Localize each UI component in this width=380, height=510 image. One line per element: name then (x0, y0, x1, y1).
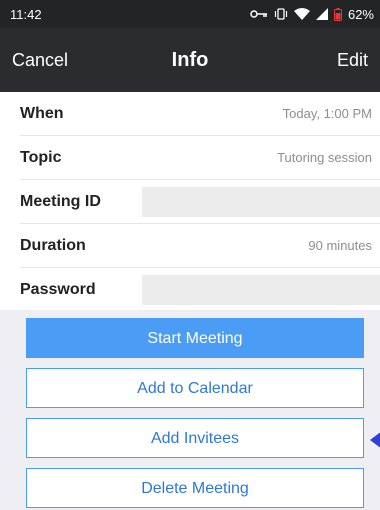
row-label: Topic (20, 148, 62, 166)
info-row-password: Password (20, 268, 380, 312)
edit-button[interactable]: Edit (337, 50, 368, 71)
add-invitees-button[interactable]: Add Invitees (26, 418, 364, 458)
info-row-meeting-id: Meeting ID (20, 180, 380, 224)
key-icon (250, 9, 268, 19)
row-value: Today, 1:00 PM (282, 106, 372, 121)
row-value: 90 minutes (308, 238, 372, 253)
row-label: Duration (20, 236, 86, 254)
info-row-topic: Topic Tutoring session (20, 136, 380, 180)
meeting-info-list: When Today, 1:00 PM Topic Tutoring sessi… (0, 92, 380, 312)
info-row-duration: Duration 90 minutes (20, 224, 380, 268)
redacted-value (142, 186, 380, 217)
status-bar: 11:42 62% (0, 0, 380, 28)
pointer-arrow-icon (370, 431, 380, 449)
row-label: Meeting ID (20, 192, 101, 210)
redacted-value (142, 275, 380, 305)
add-to-calendar-button[interactable]: Add to Calendar (26, 368, 364, 408)
info-row-when: When Today, 1:00 PM (20, 92, 380, 136)
battery-icon (333, 7, 342, 21)
action-panel: Start Meeting Add to Calendar Add Invite… (0, 310, 380, 510)
nav-bar: Cancel Info Edit (0, 28, 380, 92)
vibrate-icon (274, 8, 288, 20)
battery-level: 62% (347, 6, 374, 22)
cancel-button[interactable]: Cancel (12, 50, 68, 71)
status-time: 11:42 (10, 6, 42, 22)
row-value: Tutoring session (277, 150, 372, 165)
start-meeting-button[interactable]: Start Meeting (26, 318, 364, 358)
delete-meeting-button[interactable]: Delete Meeting (26, 468, 364, 508)
row-label: When (20, 104, 64, 122)
wifi-icon (293, 8, 310, 20)
row-label: Password (20, 281, 96, 298)
signal-icon (315, 8, 328, 20)
